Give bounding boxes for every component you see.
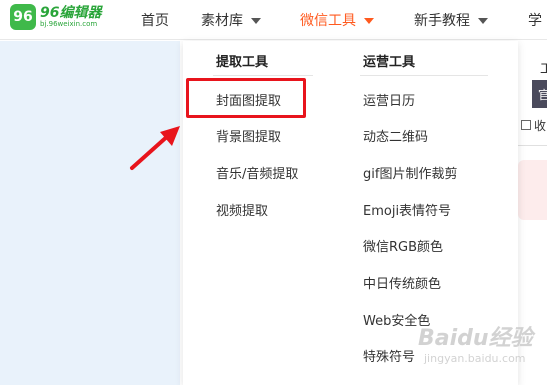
chevron-down-icon — [251, 18, 261, 24]
logo-url: bj.96weixin.com — [40, 20, 98, 28]
logo-text: 96编辑器 bj.96weixin.com — [40, 6, 101, 28]
nav-item-tutorials[interactable]: 新手教程 — [414, 10, 488, 30]
menu-link-emoji[interactable]: Emoji表情符号 — [363, 200, 451, 219]
menu-link-ops-calendar[interactable]: 运营日历 — [363, 90, 415, 109]
column-divider — [213, 75, 313, 76]
nav-item-home[interactable]: 首页 — [141, 10, 169, 30]
chevron-down-icon — [478, 18, 488, 24]
right-strip-checkbox[interactable] — [521, 120, 531, 130]
nav-item-label: 素材库 — [201, 13, 243, 29]
nav-item-label: 学 — [528, 13, 542, 29]
right-strip-image — [518, 160, 547, 220]
right-strip-checkbox-label: 收 — [534, 119, 547, 133]
watermark-url: jingyan.baidu.com — [424, 352, 526, 365]
right-strip-button[interactable]: 官 — [532, 80, 547, 108]
menu-link-background-extract[interactable]: 背景图提取 — [216, 126, 281, 145]
pointer-arrow-icon — [130, 126, 180, 170]
nav-item-label: 新手教程 — [414, 13, 470, 29]
nav-item-learn[interactable]: 学 — [528, 10, 542, 30]
chevron-down-icon — [364, 18, 374, 24]
menu-link-dynamic-qrcode[interactable]: 动态二维码 — [363, 126, 428, 145]
nav-item-wechat-tools[interactable]: 微信工具 — [300, 10, 374, 30]
menu-link-gif-maker[interactable]: gif图片制作裁剪 — [363, 163, 457, 182]
nav-item-materials[interactable]: 素材库 — [201, 10, 261, 30]
right-strip-divider — [518, 145, 547, 146]
highlight-box — [186, 78, 306, 118]
dropdown-column-title: 提取工具 — [216, 55, 269, 70]
menu-link-wechat-rgb[interactable]: 微信RGB颜色 — [363, 236, 443, 255]
watermark: Baidu经验 — [418, 326, 533, 351]
menu-link-special-symbols[interactable]: 特殊符号 — [363, 346, 415, 365]
logo-icon: 96 — [10, 4, 36, 30]
content-background-left — [0, 41, 180, 385]
dropdown-column-title: 运营工具 — [363, 55, 416, 70]
menu-link-audio-extract[interactable]: 音乐/音频提取 — [216, 163, 298, 182]
right-strip-text: 工 — [540, 62, 547, 77]
site-logo[interactable]: 96 96编辑器 bj.96weixin.com — [10, 4, 101, 30]
top-navbar: 96 96编辑器 bj.96weixin.com 首页 素材库 微信工具 新手教… — [0, 0, 547, 40]
menu-link-video-extract[interactable]: 视频提取 — [216, 200, 268, 219]
logo-name: 96编辑器 — [40, 5, 102, 21]
menu-link-traditional-colors[interactable]: 中日传统颜色 — [363, 273, 441, 292]
nav-item-label: 微信工具 — [300, 13, 356, 29]
column-divider — [360, 75, 488, 76]
nav-item-label: 首页 — [141, 13, 169, 29]
page: 工 官 收 96 96编辑器 bj.96weixin.com 首页 素材库 微信… — [0, 0, 547, 385]
